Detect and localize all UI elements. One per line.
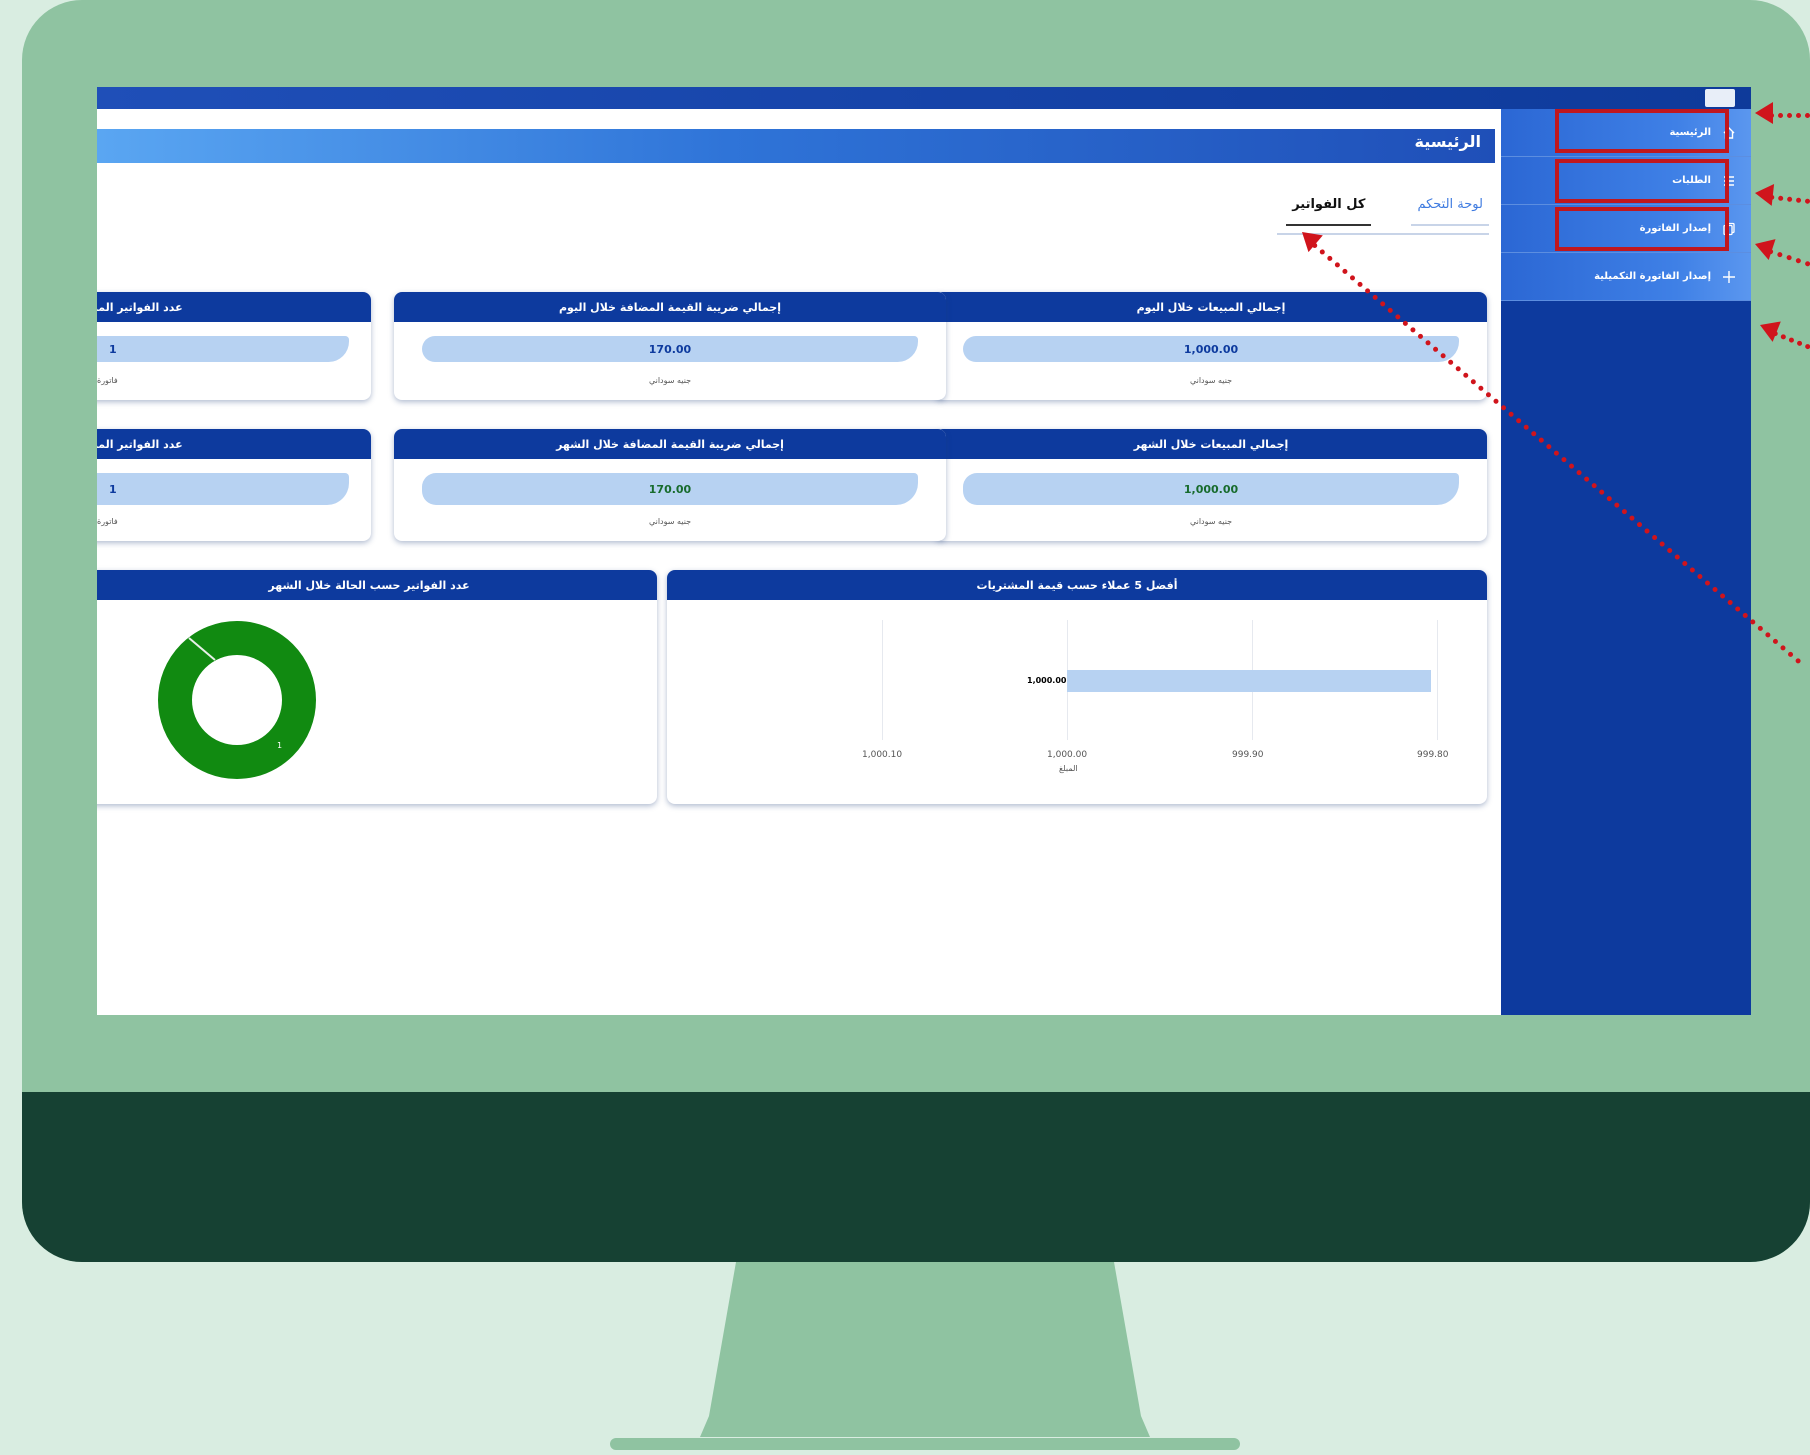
card-unit: فاتورة	[97, 517, 118, 526]
chart-title: أفضل 5 عملاء حسب قيمة المشتريات	[667, 570, 1487, 600]
gridline	[882, 620, 883, 740]
card-vat-today: إجمالي ضريبة القيمة المضافة خلال اليوم 1…	[394, 292, 946, 400]
x-tick-label: 1,000.10	[862, 750, 903, 760]
page-title: الرئيسية	[1414, 132, 1482, 151]
bar-chart-area: 1,000.10 1,000.00 999.90 999.80 1,000.00 المب…	[667, 600, 1487, 804]
card-unit: جنيه سوداني	[648, 517, 692, 526]
card-invoices-today: عدد الفواتير المصد 1 فاتورة	[97, 292, 371, 400]
main-content: الرئيسية لوحة التحكم كل الفواتير إجمالي …	[97, 109, 1501, 1015]
card-unit: جنيه سوداني	[1189, 376, 1233, 385]
x-axis-label: المبلغ	[1059, 764, 1078, 773]
monitor-stand-base	[610, 1438, 1240, 1450]
card-invoices-month: عدد الفواتير المصد 1 فاتورة	[97, 429, 371, 541]
plus-icon	[1721, 269, 1737, 285]
card-vat-month: إجمالي ضريبة القيمة المضافة خلال الشهر 1…	[394, 429, 946, 541]
card-title: عدد الفواتير المصد	[97, 429, 371, 459]
bar-data-label: 1,000.00	[1027, 676, 1067, 685]
card-title: إجمالي ضريبة القيمة المضافة خلال الشهر	[394, 429, 946, 459]
sidebar: الرئيسية الطلبات إصدار الفاتورة إصدار ال…	[1501, 109, 1751, 1015]
monitor-chin	[22, 1092, 1810, 1262]
chart-title: عدد الفواتير حسب الحالة خلال الشهر	[97, 570, 657, 600]
tab-all-invoices[interactable]: كل الفواتير	[1286, 197, 1372, 226]
title-bar: الرئيسية	[97, 129, 1495, 163]
annotation-arrow	[1769, 113, 1810, 118]
donut-chart: 1	[158, 621, 316, 779]
card-sales-today: إجمالي المبيعات خلال اليوم 1,000.00 جنيه…	[935, 292, 1487, 400]
top-bar	[97, 87, 1751, 109]
card-value: 170.00	[422, 336, 918, 362]
bar	[1067, 670, 1431, 692]
annotation-arrowhead	[1753, 182, 1775, 206]
monitor-stand	[700, 1262, 1150, 1437]
card-value: 1	[97, 473, 349, 505]
card-status-chart: عدد الفواتير حسب الحالة خلال الشهر 1	[97, 570, 657, 804]
card-value: 170.00	[422, 473, 918, 505]
card-value: 1,000.00	[963, 473, 1459, 505]
card-title: إجمالي ضريبة القيمة المضافة خلال اليوم	[394, 292, 946, 322]
highlight-box-requests	[1555, 159, 1729, 203]
card-value: 1	[97, 336, 349, 362]
card-unit: جنيه سوداني	[648, 376, 692, 385]
card-top-customers-chart: أفضل 5 عملاء حسب قيمة المشتريات 1,000.10…	[667, 570, 1487, 804]
logo	[1705, 89, 1735, 107]
app-screen: الرئيسية الطلبات إصدار الفاتورة إصدار ال…	[97, 87, 1751, 1015]
tabs: لوحة التحكم كل الفواتير	[1246, 197, 1489, 226]
sidebar-item-label: إصدار الفاتورة التكميلية	[1594, 271, 1711, 282]
sidebar-item-supplementary-invoice[interactable]: إصدار الفاتورة التكميلية	[1501, 253, 1751, 301]
card-title: إجمالي المبيعات خلال اليوم	[935, 292, 1487, 322]
x-tick-label: 1,000.00	[1047, 750, 1088, 760]
card-title: عدد الفواتير المصد	[97, 292, 371, 322]
tab-dashboard[interactable]: لوحة التحكم	[1411, 197, 1489, 226]
card-unit: فاتورة	[97, 376, 118, 385]
highlight-box-home	[1555, 109, 1729, 153]
donut-data-label: 1	[277, 741, 282, 750]
card-title: إجمالي المبيعات خلال الشهر	[935, 429, 1487, 459]
card-value: 1,000.00	[963, 336, 1459, 362]
x-tick-label: 999.90	[1232, 750, 1264, 760]
annotation-arrowhead	[1755, 102, 1773, 124]
gridline	[1437, 620, 1438, 740]
card-unit: جنيه سوداني	[1189, 517, 1233, 526]
highlight-box-issue-invoice	[1555, 207, 1729, 251]
card-sales-month: إجمالي المبيعات خلال الشهر 1,000.00 جنيه…	[935, 429, 1487, 541]
x-tick-label: 999.80	[1417, 750, 1449, 760]
